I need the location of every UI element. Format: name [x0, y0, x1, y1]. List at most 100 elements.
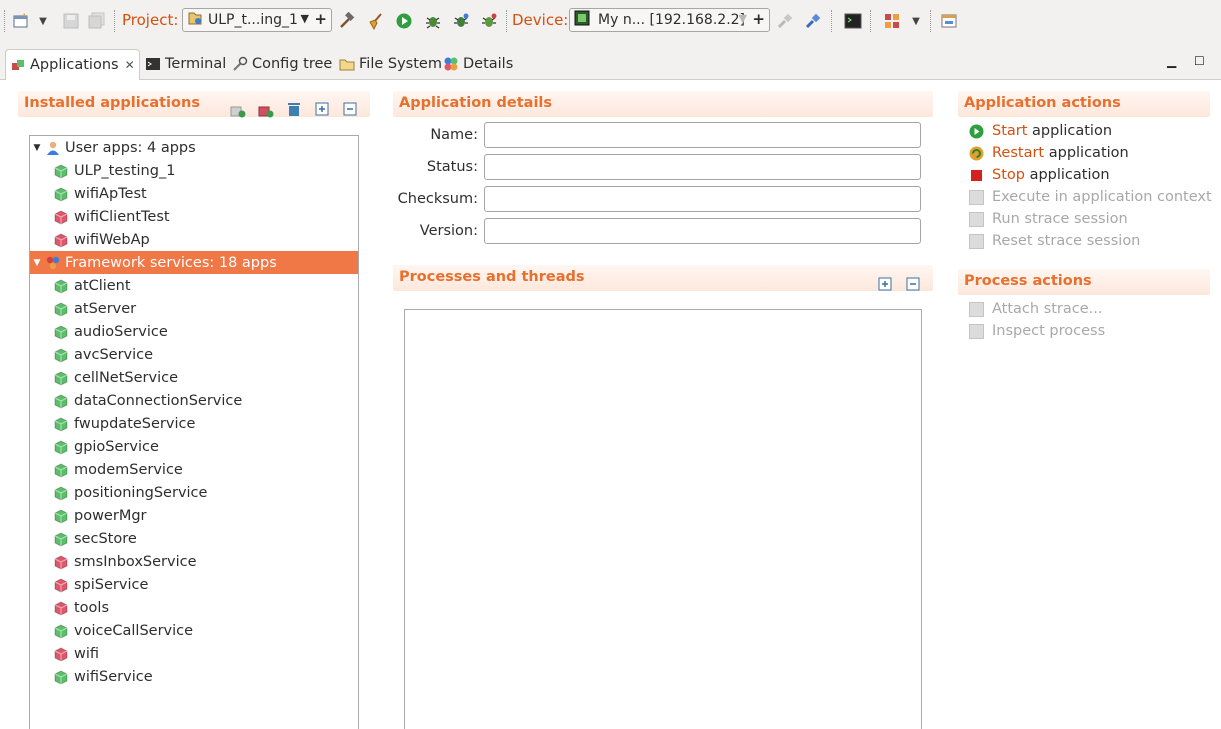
add-app-icon[interactable] — [258, 102, 274, 118]
section-title: Processes and threads — [399, 269, 585, 285]
tree-app-item[interactable]: wifiApTest — [30, 182, 358, 205]
attach-strace-icon — [969, 301, 984, 317]
tab-terminal[interactable]: Terminal — [145, 49, 226, 79]
app-stopped-icon — [53, 209, 69, 225]
tree-app-item[interactable]: ULP_testing_1 — [30, 159, 358, 182]
start-application-action[interactable]: Start application — [969, 120, 1112, 142]
tree-app-item[interactable]: positioningService — [30, 481, 358, 504]
action-text: Attach strace... — [992, 301, 1103, 317]
chevron-down-icon[interactable]: ▼ — [909, 12, 923, 30]
checksum-field[interactable] — [484, 186, 921, 212]
debug-bug-icon[interactable] — [424, 12, 442, 30]
add-device-icon[interactable]: + — [752, 10, 765, 28]
app-running-icon — [53, 278, 69, 294]
toolbar-separator — [506, 10, 507, 32]
chevron-down-icon[interactable]: ▼ — [31, 143, 43, 153]
tree-app-item[interactable]: spiService — [30, 573, 358, 596]
chevron-down-icon[interactable]: ▼ — [31, 258, 43, 268]
device-select[interactable]: My n... [192.168.2.2] ▼ + — [569, 8, 770, 32]
processes-threads-list[interactable] — [404, 309, 922, 729]
debug-remote-bug-icon[interactable] — [480, 12, 498, 30]
build-hammer-icon[interactable] — [338, 12, 356, 30]
tab-applications[interactable]: Applications ✕ — [5, 49, 140, 80]
installed-apps-tree[interactable]: ▼ User apps: 4 apps ULP_testing_1 wifiApTes… — [29, 135, 359, 729]
tree-app-item[interactable]: cellNetService — [30, 366, 358, 389]
add-project-icon[interactable]: + — [314, 10, 327, 28]
tree-app-item[interactable]: atServer — [30, 297, 358, 320]
project-label: Project: — [122, 11, 179, 29]
tree-app-item[interactable]: wifiWebAp — [30, 228, 358, 251]
tree-app-item[interactable]: voiceCallService — [30, 619, 358, 642]
tree-app-item[interactable]: dataConnectionService — [30, 389, 358, 412]
tree-app-item[interactable]: wifiClientTest — [30, 205, 358, 228]
tab-label: File System — [359, 56, 442, 72]
tree-app-label: fwupdateService — [74, 415, 196, 432]
tree-app-item[interactable]: audioService — [30, 320, 358, 343]
new-window-icon[interactable] — [12, 12, 30, 30]
action-text: application — [1044, 145, 1129, 161]
save-all-icon[interactable] — [88, 12, 106, 30]
app-stopped-icon — [53, 554, 69, 570]
config-tree-icon — [232, 56, 248, 72]
tree-app-item[interactable]: secStore — [30, 527, 358, 550]
execute-in-app-context-action[interactable]: Execute in application context — [969, 186, 1212, 208]
tree-app-label: gpioService — [74, 438, 159, 455]
project-select[interactable]: ULP_t...ing_1 ▼ + — [182, 8, 332, 32]
debug-attach-bug-icon[interactable] — [452, 12, 470, 30]
run-strace-session-action[interactable]: Run strace session — [969, 208, 1128, 230]
action-keyword: Start — [992, 123, 1028, 139]
close-icon[interactable]: ✕ — [125, 58, 135, 72]
main-toolbar: ▼ Project: ULP_t...ing_1 ▼ + Device: My … — [0, 0, 1221, 44]
chevron-down-icon[interactable]: ▼ — [301, 12, 309, 25]
collapse-all-icon[interactable] — [906, 277, 920, 291]
trash-icon[interactable] — [286, 101, 300, 116]
tree-app-item[interactable]: powerMgr — [30, 504, 358, 527]
status-field[interactable] — [484, 154, 921, 180]
run-icon[interactable] — [395, 12, 413, 30]
tree-app-item[interactable]: gpioService — [30, 435, 358, 458]
tab-config-tree[interactable]: Config tree — [232, 49, 332, 79]
tree-app-item[interactable]: wifiService — [30, 665, 358, 688]
tree-app-item[interactable]: avcService — [30, 343, 358, 366]
section-title: Application actions — [964, 95, 1121, 111]
expand-all-icon[interactable] — [878, 277, 892, 291]
restart-icon — [969, 146, 984, 161]
tree-app-item[interactable]: modemService — [30, 458, 358, 481]
minimize-icon[interactable]: ▁ — [1167, 54, 1176, 68]
tab-details[interactable]: Details — [443, 49, 513, 79]
name-field[interactable] — [484, 122, 921, 148]
tree-app-item[interactable]: wifi — [30, 642, 358, 665]
new-dropdown-chevron-icon[interactable]: ▼ — [36, 12, 50, 30]
tree-app-item[interactable]: atClient — [30, 274, 358, 297]
execute-icon — [969, 189, 984, 205]
chevron-down-icon[interactable]: ▼ — [739, 12, 747, 25]
version-field[interactable] — [484, 218, 921, 244]
expand-all-icon[interactable] — [315, 102, 329, 116]
restart-application-action[interactable]: Restart application — [969, 142, 1129, 164]
save-icon[interactable] — [62, 12, 80, 30]
app-running-icon — [53, 508, 69, 524]
device-chip-icon — [574, 10, 590, 30]
stop-application-action[interactable]: Stop application — [969, 164, 1110, 186]
attach-strace-action[interactable]: Attach strace... — [969, 298, 1103, 320]
connect-plug-icon[interactable] — [804, 12, 822, 30]
tree-app-item[interactable]: smsInboxService — [30, 550, 358, 573]
tree-app-item[interactable]: fwupdateService — [30, 412, 358, 435]
tree-app-item[interactable]: tools — [30, 596, 358, 619]
install-app-icon[interactable] — [230, 102, 246, 118]
tab-file-system[interactable]: File System — [339, 49, 442, 79]
toolbar-separator — [930, 10, 931, 32]
settings-panel-icon[interactable] — [940, 12, 958, 30]
tree-group-framework-services[interactable]: ▼ Framework services: 18 apps — [30, 251, 358, 274]
action-keyword: Restart — [992, 145, 1045, 161]
clean-brush-icon[interactable] — [367, 12, 385, 30]
maximize-icon[interactable]: ☐ — [1194, 54, 1205, 68]
inspect-process-action[interactable]: Inspect process — [969, 320, 1105, 342]
terminal-console-icon[interactable] — [844, 12, 862, 30]
disconnect-plug-icon[interactable] — [776, 12, 794, 30]
reset-strace-session-action[interactable]: Reset strace session — [969, 230, 1140, 252]
tree-group-user-apps[interactable]: ▼ User apps: 4 apps — [30, 136, 358, 159]
collapse-all-icon[interactable] — [343, 102, 357, 116]
action-text: Reset strace session — [992, 233, 1141, 249]
app-catalog-icon[interactable] — [883, 12, 901, 30]
